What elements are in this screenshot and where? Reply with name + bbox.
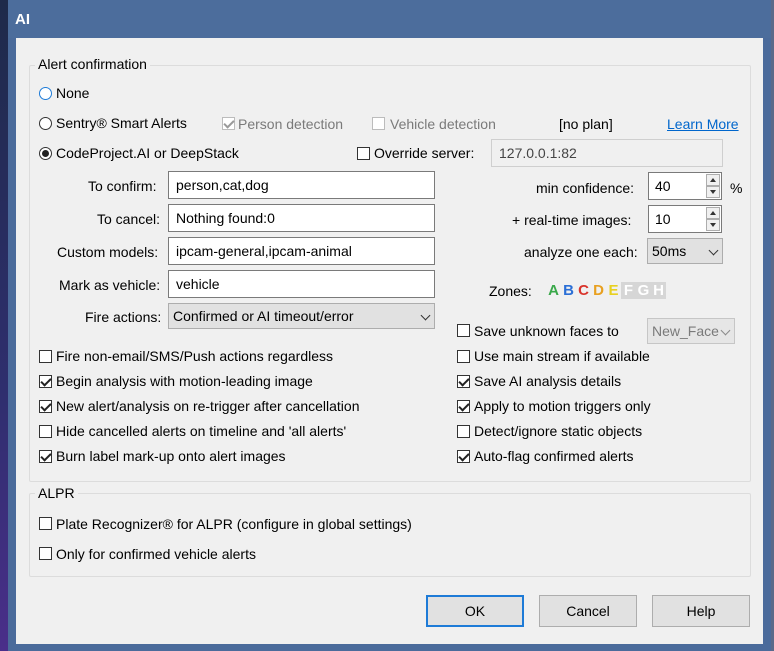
- to-confirm-label: To confirm:: [88, 178, 157, 194]
- plan-status: [no plan]: [559, 116, 613, 132]
- fire-actions-select[interactable]: Confirmed or AI timeout/error: [168, 303, 435, 329]
- alpr-group: [29, 493, 751, 577]
- option-label[interactable]: Detect/ignore static objects: [474, 423, 642, 439]
- radio-codeproject[interactable]: [39, 147, 52, 160]
- option-label[interactable]: Begin analysis with motion-leading image: [56, 373, 313, 389]
- spin-up-icon[interactable]: [706, 174, 720, 186]
- option-label[interactable]: Burn label mark-up onto alert images: [56, 448, 286, 464]
- option-checkbox[interactable]: [457, 375, 470, 388]
- override-server-input[interactable]: 127.0.0.1:82: [491, 139, 723, 167]
- option-checkbox[interactable]: [39, 350, 52, 363]
- option-label[interactable]: Save AI analysis details: [474, 373, 621, 389]
- to-cancel-label: To cancel:: [97, 211, 161, 227]
- save-unknown-faces-checkbox[interactable]: [457, 324, 470, 337]
- spin-down-icon[interactable]: [706, 219, 720, 231]
- chevron-down-icon: [708, 245, 719, 256]
- option-label[interactable]: Use main stream if available: [474, 348, 650, 364]
- title-bar[interactable]: AI: [8, 0, 771, 38]
- spin-down-icon[interactable]: [706, 186, 720, 198]
- option-checkbox[interactable]: [457, 400, 470, 413]
- person-detection-checkbox[interactable]: [222, 117, 235, 130]
- plate-recognizer-label[interactable]: Plate Recognizer® for ALPR (configure in…: [56, 516, 412, 532]
- radio-none[interactable]: [39, 87, 52, 100]
- option-label[interactable]: New alert/analysis on re-trigger after c…: [56, 398, 359, 414]
- option-checkbox[interactable]: [457, 350, 470, 363]
- fire-actions-value: Confirmed or AI timeout/error: [173, 308, 354, 324]
- override-server-checkbox[interactable]: [357, 147, 370, 160]
- dialog-client: Alert confirmation None Sentry® Smart Al…: [16, 38, 763, 644]
- option-checkbox[interactable]: [39, 375, 52, 388]
- save-unknown-faces-label[interactable]: Save unknown faces to: [474, 323, 619, 339]
- realtime-images-value[interactable]: 10: [655, 206, 671, 232]
- radio-sentry[interactable]: [39, 117, 52, 130]
- cancel-button[interactable]: Cancel: [539, 595, 637, 627]
- analyze-one-each-label: analyze one each:: [524, 244, 638, 260]
- vehicle-detection-label: Vehicle detection: [390, 116, 496, 132]
- analyze-one-each-select[interactable]: 50ms: [647, 238, 723, 264]
- spin-up-icon[interactable]: [706, 207, 720, 219]
- mark-as-vehicle-label: Mark as vehicle:: [59, 277, 161, 293]
- custom-models-label: Custom models:: [57, 244, 159, 260]
- zones-selector: ABCDEFGH: [546, 282, 666, 300]
- zone-b-toggle[interactable]: B: [561, 282, 576, 299]
- zone-d-toggle[interactable]: D: [591, 282, 606, 299]
- radio-sentry-label[interactable]: Sentry® Smart Alerts: [56, 115, 187, 131]
- zones-label: Zones:: [489, 283, 532, 299]
- zone-c-toggle[interactable]: C: [576, 282, 591, 299]
- window-title: AI: [15, 11, 30, 28]
- option-label[interactable]: Hide cancelled alerts on timeline and 'a…: [56, 423, 346, 439]
- realtime-images-stepper[interactable]: 10: [648, 205, 722, 233]
- zone-f-toggle[interactable]: F: [621, 282, 636, 299]
- percent-unit: %: [730, 180, 743, 196]
- chevron-down-icon: [720, 325, 731, 336]
- override-server-label[interactable]: Override server:: [374, 145, 474, 161]
- custom-models-input[interactable]: ipcam-general,ipcam-animal: [168, 237, 435, 265]
- faces-folder-value: New_Face: [652, 323, 719, 339]
- alpr-label: ALPR: [35, 485, 78, 501]
- faces-folder-select[interactable]: New_Face: [647, 318, 735, 344]
- confirmed-vehicle-only-checkbox[interactable]: [39, 547, 52, 560]
- zone-a-toggle[interactable]: A: [546, 282, 561, 299]
- plate-recognizer-checkbox[interactable]: [39, 517, 52, 530]
- mark-as-vehicle-input[interactable]: vehicle: [168, 270, 435, 298]
- min-confidence-value[interactable]: 40: [655, 173, 671, 199]
- min-confidence-label: min confidence:: [536, 180, 635, 196]
- radio-codeproject-label[interactable]: CodeProject.AI or DeepStack: [56, 145, 239, 161]
- min-confidence-stepper[interactable]: 40: [648, 172, 722, 200]
- confirmed-vehicle-only-label[interactable]: Only for confirmed vehicle alerts: [56, 546, 256, 562]
- ok-button[interactable]: OK: [426, 595, 524, 627]
- option-checkbox[interactable]: [39, 450, 52, 463]
- ai-dialog: AI Alert confirmation None Sentry® Smart…: [8, 0, 771, 651]
- person-detection-label: Person detection: [238, 116, 344, 132]
- vehicle-detection-checkbox[interactable]: [372, 117, 385, 130]
- to-cancel-input[interactable]: Nothing found:0: [168, 204, 435, 232]
- chevron-down-icon: [420, 310, 431, 321]
- option-label[interactable]: Apply to motion triggers only: [474, 398, 651, 414]
- zone-g-toggle[interactable]: G: [636, 282, 651, 299]
- option-checkbox[interactable]: [39, 400, 52, 413]
- analyze-one-each-value: 50ms: [652, 243, 687, 259]
- option-checkbox[interactable]: [457, 450, 470, 463]
- option-label[interactable]: Auto-flag confirmed alerts: [474, 448, 634, 464]
- option-label[interactable]: Fire non-email/SMS/Push actions regardle…: [56, 348, 333, 364]
- realtime-images-label: + real-time images:: [512, 212, 632, 228]
- option-checkbox[interactable]: [457, 425, 470, 438]
- zone-h-toggle[interactable]: H: [651, 282, 666, 299]
- to-confirm-input[interactable]: person,cat,dog: [168, 171, 435, 199]
- learn-more-link[interactable]: Learn More: [667, 116, 739, 132]
- radio-none-label[interactable]: None: [56, 85, 89, 101]
- fire-actions-label: Fire actions:: [85, 309, 162, 325]
- zone-e-toggle[interactable]: E: [606, 282, 621, 299]
- help-button[interactable]: Help: [652, 595, 750, 627]
- option-checkbox[interactable]: [39, 425, 52, 438]
- alert-confirmation-label: Alert confirmation: [35, 56, 150, 72]
